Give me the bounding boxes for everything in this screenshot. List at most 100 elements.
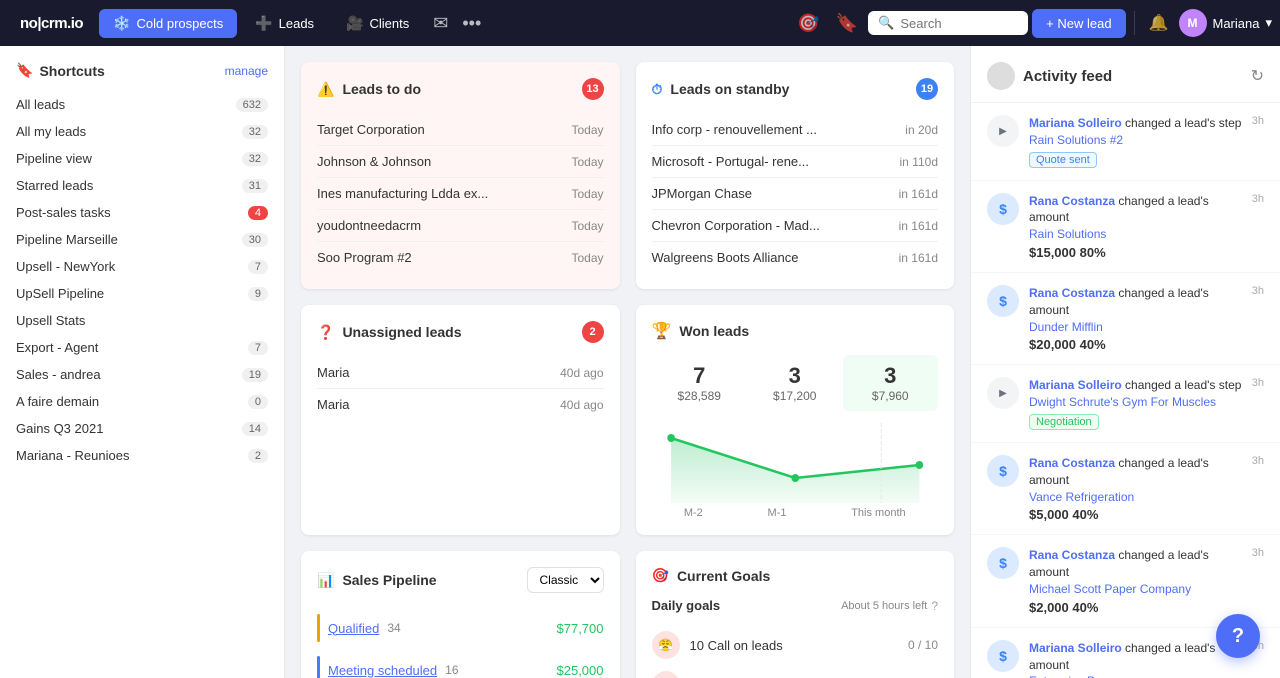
lead-name: Maria	[317, 365, 350, 380]
lead-row[interactable]: Info corp - renouvellement ... in 20d	[652, 114, 939, 146]
activity-avatar: $	[987, 455, 1019, 487]
activity-tag: Negotiation	[1029, 414, 1099, 430]
chart-svg	[652, 423, 939, 503]
lead-date: in 161d	[899, 219, 938, 233]
sidebar-item-export-agent[interactable]: Export - Agent 7	[0, 334, 284, 361]
activity-action: changed a lead's step	[1125, 378, 1241, 392]
sidebar-item-pipeline-marseille[interactable]: Pipeline Marseille 30	[0, 226, 284, 253]
target-icon-btn[interactable]: 🎯	[791, 9, 825, 38]
lead-row[interactable]: Microsoft - Portugal- rene... in 110d	[652, 146, 939, 178]
notification-bell[interactable]: 🔔	[1143, 9, 1175, 37]
sidebar-item-right: 19	[242, 368, 268, 382]
lead-row[interactable]: Chevron Corporation - Mad... in 161d	[652, 210, 939, 242]
leads-on-standby-card: ⏱ Leads on standby 19 Info corp - renouv…	[636, 62, 955, 289]
lead-row[interactable]: Johnson & Johnson Today	[317, 146, 604, 178]
more-button[interactable]: •••	[458, 13, 485, 34]
email-button[interactable]: ✉	[427, 9, 454, 38]
activity-target[interactable]: Rain Solutions #2	[1029, 133, 1123, 147]
activity-target[interactable]: Rain Solutions	[1029, 227, 1106, 241]
topnav: no|crm.io ❄️ Cold prospects ➕ Leads 🎥 Cl…	[0, 0, 1280, 46]
activity-target[interactable]: Michael Scott Paper Company	[1029, 582, 1191, 596]
bookmark-icon-btn[interactable]: 🔖	[830, 9, 864, 38]
activity-time: 3h	[1252, 547, 1264, 559]
sidebar-item-label: Starred leads	[16, 178, 93, 193]
sidebar-item-upsell-pipeline[interactable]: UpSell Pipeline 9	[0, 280, 284, 307]
lead-name: Johnson & Johnson	[317, 154, 431, 169]
sidebar-item-right: 32	[242, 125, 268, 139]
sidebar-item-right: 4	[248, 206, 268, 220]
pipeline-stage-name[interactable]: Qualified	[328, 621, 379, 636]
count-badge: 19	[242, 368, 268, 382]
sidebar-item-pipeline-view[interactable]: Pipeline view 32	[0, 145, 284, 172]
tab-clients[interactable]: 🎥 Clients	[332, 9, 423, 38]
goals-subheader: Daily goals About 5 hours left ?	[652, 598, 939, 613]
unassigned-leads-count: 2	[582, 321, 604, 343]
sales-pipeline-label: Sales Pipeline	[342, 572, 436, 588]
lead-row[interactable]: Walgreens Boots Alliance in 161d	[652, 242, 939, 273]
stat-col-2: 3 $7,960	[843, 355, 939, 411]
sidebar-item-mariana-reunioes[interactable]: Mariana - Reunioes 2	[0, 442, 284, 469]
lead-row[interactable]: Target Corporation Today	[317, 114, 604, 146]
sidebar-item-sales-andrea[interactable]: Sales - andrea 19	[0, 361, 284, 388]
sidebar-item-gains-q3[interactable]: Gains Q3 2021 14	[0, 415, 284, 442]
activity-text: Mariana Solleiro changed a lead's amount…	[1029, 640, 1242, 678]
activity-avatar: $	[987, 547, 1019, 579]
activity-user[interactable]: Mariana Solleiro	[1029, 378, 1122, 392]
activity-text: Rana Costanza changed a lead's amount Du…	[1029, 285, 1242, 335]
leads-to-do-title: ⚠️ Leads to do	[317, 81, 421, 98]
leads-on-standby-title: ⏱ Leads on standby	[652, 81, 790, 98]
activity-user[interactable]: Rana Costanza	[1029, 456, 1115, 470]
lead-row[interactable]: youdontneedacrm Today	[317, 210, 604, 242]
activity-user[interactable]: Mariana Solleiro	[1029, 641, 1122, 655]
activity-user[interactable]: Rana Costanza	[1029, 194, 1115, 208]
activity-avatar: $	[987, 193, 1019, 225]
sidebar-item-upsell-newyork[interactable]: Upsell - NewYork 7	[0, 253, 284, 280]
activity-target[interactable]: Vance Refrigeration	[1029, 490, 1134, 504]
lead-name: Info corp - renouvellement ...	[652, 122, 817, 137]
sidebar-item-all-my-leads[interactable]: All my leads 32	[0, 118, 284, 145]
user-menu[interactable]: M Mariana ▾	[1179, 9, 1273, 37]
activity-target[interactable]: Dwight Schrute's Gym For Muscles	[1029, 395, 1216, 409]
activity-user[interactable]: Rana Costanza	[1029, 286, 1115, 300]
activity-user[interactable]: Rana Costanza	[1029, 548, 1115, 562]
leads-on-standby-list: Info corp - renouvellement ... in 20d Mi…	[652, 114, 939, 273]
activity-item-0: ▶ Mariana Solleiro changed a lead's step…	[971, 103, 1280, 181]
lead-row[interactable]: Ines manufacturing Ldda ex... Today	[317, 178, 604, 210]
activity-content: Mariana Solleiro changed a lead's amount…	[1029, 640, 1242, 678]
lead-row[interactable]: Soo Program #2 Today	[317, 242, 604, 273]
count-badge: 0	[248, 395, 268, 409]
user-name: Mariana	[1213, 16, 1260, 31]
sidebar-item-all-leads[interactable]: All leads 632	[0, 91, 284, 118]
leads-to-do-card: ⚠️ Leads to do 13 Target Corporation Tod…	[301, 62, 620, 289]
sidebar-item-a-faire-demain[interactable]: A faire demain 0	[0, 388, 284, 415]
clock-icon: ⏱	[652, 81, 663, 98]
help-button[interactable]: ?	[1216, 614, 1260, 658]
lead-row[interactable]: Maria 40d ago	[317, 389, 604, 420]
manage-link[interactable]: manage	[225, 64, 268, 78]
help-icon[interactable]: ?	[931, 599, 938, 613]
activity-target[interactable]: Dunder Mifflin	[1029, 320, 1103, 334]
lead-name: Microsoft - Portugal- rene...	[652, 154, 810, 169]
sidebar-item-starred-leads[interactable]: Starred leads 31	[0, 172, 284, 199]
sidebar-item-upsell-stats[interactable]: Upsell Stats	[0, 307, 284, 334]
count-badge-red: 4	[248, 206, 268, 220]
refresh-button[interactable]: ↻	[1251, 66, 1264, 86]
new-lead-button[interactable]: + New lead	[1032, 9, 1125, 38]
pipeline-row-left: Qualified 34	[317, 614, 401, 642]
lead-row[interactable]: JPMorgan Chase in 161d	[652, 178, 939, 210]
sidebar-item-post-sales-tasks[interactable]: Post-sales tasks 4	[0, 199, 284, 226]
lead-date: Today	[571, 123, 603, 137]
search-input[interactable]	[900, 16, 1018, 31]
activity-amount: $20,000 40%	[1029, 337, 1242, 352]
pipeline-stage-meeting: Meeting scheduled 16 $25,000	[317, 649, 604, 678]
tab-cold-prospects[interactable]: ❄️ Cold prospects	[99, 9, 237, 38]
stat-number: 7	[660, 363, 740, 389]
tab-leads[interactable]: ➕ Leads	[241, 9, 328, 38]
tab-leads-label: Leads	[279, 16, 314, 31]
activity-target[interactable]: Entreprise B	[1029, 674, 1095, 678]
lead-row[interactable]: Maria 40d ago	[317, 357, 604, 389]
activity-user[interactable]: Mariana Solleiro	[1029, 116, 1122, 130]
pipeline-select[interactable]: Classic	[527, 567, 604, 593]
pipeline-count: 16	[445, 663, 458, 677]
pipeline-stage-name[interactable]: Meeting scheduled	[328, 663, 437, 678]
